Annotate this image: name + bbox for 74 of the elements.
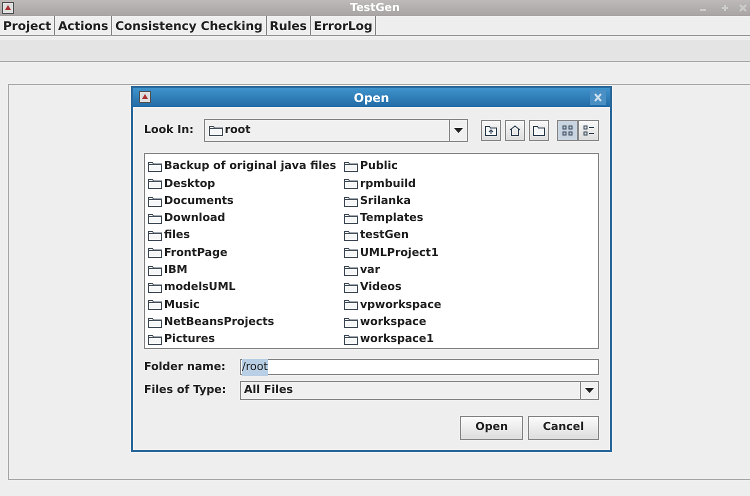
folder-item[interactable]: workspace xyxy=(344,313,540,331)
folder-icon xyxy=(533,125,545,136)
files-of-type-value: All Files xyxy=(243,382,294,398)
folder-icon xyxy=(344,264,358,276)
caret-icon xyxy=(454,128,463,133)
folder-icon xyxy=(148,247,162,258)
folder-item[interactable]: testGen xyxy=(344,227,540,244)
home-button[interactable] xyxy=(505,120,525,141)
list-view-button[interactable] xyxy=(557,120,578,141)
app-icon xyxy=(2,2,14,14)
look-in-dropdown[interactable]: root xyxy=(204,119,468,142)
folder-icon xyxy=(344,316,358,328)
folder-icon xyxy=(148,161,162,172)
folder-name-field[interactable]: /root xyxy=(240,359,599,376)
folder-icon xyxy=(148,282,162,293)
details-view-button[interactable] xyxy=(578,120,599,141)
app-icon xyxy=(139,91,151,103)
grid-icon xyxy=(562,125,574,136)
folder-item[interactable]: modelsUML xyxy=(148,278,344,296)
folder-icon xyxy=(344,247,358,258)
folder-icon xyxy=(344,161,358,172)
folder-item[interactable]: vpworkspace xyxy=(344,296,540,314)
folder-item[interactable]: Public xyxy=(344,158,540,176)
folder-icon xyxy=(148,334,162,345)
folder-item[interactable]: workspace1 xyxy=(344,330,540,348)
folder-item[interactable]: Videos xyxy=(344,278,540,296)
folder-item[interactable]: Srilanka xyxy=(344,192,540,210)
folder-icon xyxy=(344,230,358,242)
folder-icon xyxy=(344,178,358,190)
folder-item[interactable]: FrontPage xyxy=(148,244,344,262)
files-of-type-dropdown[interactable]: All Files xyxy=(240,380,599,400)
folder-item[interactable]: var xyxy=(344,262,540,279)
open-button[interactable]: Open xyxy=(460,416,523,440)
folder-name-value: /root xyxy=(242,359,268,376)
folder-item[interactable]: files xyxy=(148,227,344,244)
window-title: TestGen xyxy=(350,0,400,16)
folder-item[interactable]: Pictures xyxy=(148,330,344,348)
folder-item[interactable]: Download xyxy=(148,210,344,228)
new-folder-button[interactable] xyxy=(529,120,549,141)
folder-icon xyxy=(148,230,162,242)
folder-item[interactable]: Documents xyxy=(148,192,344,210)
folder-icon xyxy=(344,196,358,207)
house-icon xyxy=(509,125,521,136)
folder-icon xyxy=(148,264,162,276)
cancel-button[interactable]: Cancel xyxy=(528,416,599,440)
files-of-type-label: Files of Type: xyxy=(144,382,228,398)
folder-icon xyxy=(148,316,162,328)
look-in-label: Look In: xyxy=(144,122,195,138)
folder-icon xyxy=(148,299,162,310)
menu-item[interactable]: Actions xyxy=(55,16,112,35)
folder-item[interactable]: Templates xyxy=(344,210,540,228)
dialog-title: Open xyxy=(354,90,390,106)
folder-icon xyxy=(344,282,358,293)
folder-item[interactable]: Backup of original java files xyxy=(148,158,344,176)
folder-item[interactable]: IBM xyxy=(148,262,344,279)
folder-item[interactable]: rpmbuild xyxy=(344,175,540,193)
folder-item[interactable]: Music xyxy=(148,296,344,314)
folder-icon xyxy=(344,299,358,310)
list-icon xyxy=(582,125,594,136)
folder-icon xyxy=(208,125,223,136)
caret-icon xyxy=(585,388,594,392)
folder-icon xyxy=(344,212,358,224)
folder-name-label: Folder name: xyxy=(144,359,227,375)
folder-item[interactable]: NetBeansProjects xyxy=(148,313,344,331)
folder-icon xyxy=(148,196,162,207)
folder-icon xyxy=(148,178,162,190)
folder-item[interactable]: Desktop xyxy=(148,175,344,193)
folder-item[interactable]: UMLProject1 xyxy=(344,244,540,262)
folder-icon xyxy=(344,334,358,345)
folder-up-icon xyxy=(485,125,497,136)
folder-up-button[interactable] xyxy=(481,120,501,141)
look-in-value: root xyxy=(224,122,251,138)
folder-icon xyxy=(148,212,162,224)
close-icon[interactable] xyxy=(590,90,606,105)
